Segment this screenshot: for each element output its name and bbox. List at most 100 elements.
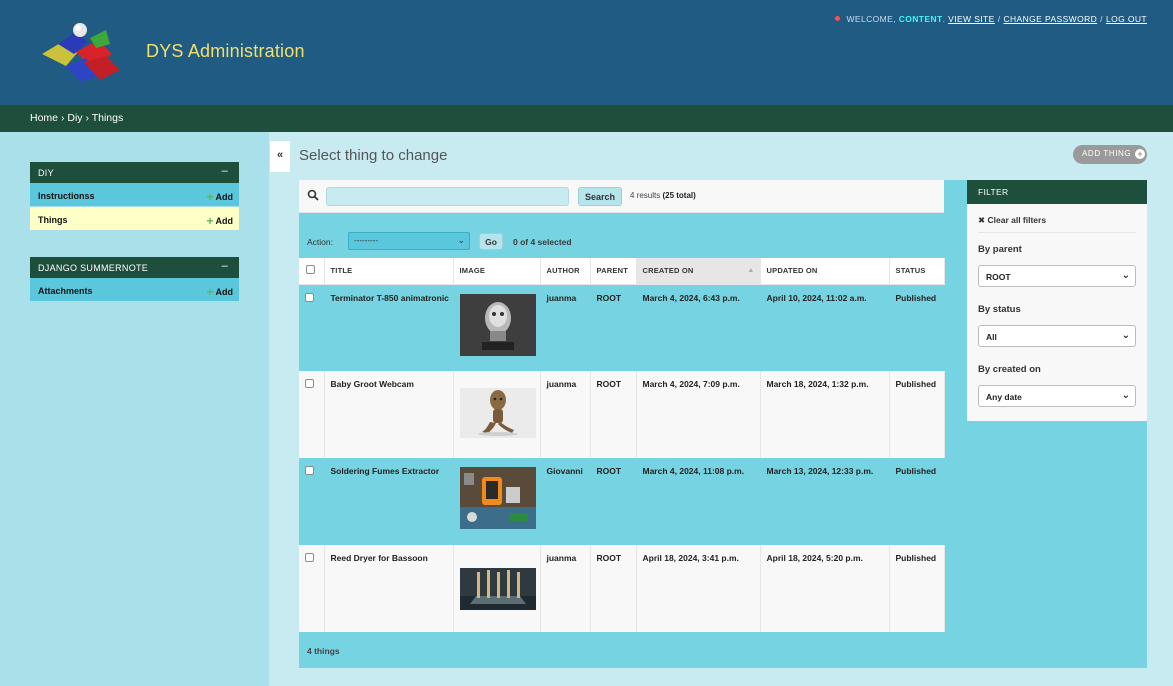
column-author[interactable]: AUTHOR [540, 258, 591, 285]
title-cell[interactable]: Terminator T-850 animatronic [324, 284, 454, 371]
view-site-link[interactable]: View site [948, 14, 995, 24]
plus-icon: + [1135, 149, 1146, 159]
table-row: Reed Dryer for Bassoon juanma ROOT April… [299, 545, 945, 632]
action-label: Action: [307, 237, 333, 247]
column-created-on[interactable]: CREATED ON ▲ [636, 258, 761, 285]
sidebar-item-attachments[interactable]: Attachments + Add [30, 278, 239, 302]
selected-count: 0 of 4 selected [513, 237, 572, 247]
sidebar-item-label[interactable]: Attachments [38, 286, 93, 296]
column-updated-on[interactable]: UPDATED ON [760, 258, 890, 285]
breadcrumb-diy[interactable]: Diy [67, 112, 82, 124]
chevron-down-icon: ⌄ [1121, 390, 1130, 401]
parent-cell: ROOT [590, 545, 637, 632]
row-checkbox[interactable] [305, 379, 314, 388]
change-password-link[interactable]: Change password [1003, 14, 1097, 24]
paginator: 4 things [299, 634, 944, 668]
title-cell[interactable]: Baby Groot Webcam [324, 371, 454, 458]
module-caption[interactable]: DJANGO SUMMERNOTE – [30, 257, 239, 278]
add-thing-label: ADD THING [1082, 149, 1132, 158]
author-cell: juanma [540, 284, 591, 371]
column-status[interactable]: STATUS [889, 258, 945, 285]
add-label: Add [215, 216, 234, 226]
log-out-link[interactable]: Log out [1106, 14, 1147, 24]
chevron-down-icon: ⌄ [1121, 270, 1130, 281]
filter-panel: FILTER ✖ Clear all filters By parent ROO… [967, 180, 1147, 421]
select-all-header [299, 258, 325, 285]
author-cell: juanma [540, 371, 591, 458]
results-text: 4 results [630, 191, 661, 200]
add-instructionss-link[interactable]: + Add [206, 190, 233, 204]
status-cell: Published [889, 545, 945, 632]
filter-created-select[interactable]: Any date ⌄ [978, 385, 1136, 407]
filter-label-status: By status [978, 304, 1021, 315]
separator: / [997, 14, 1001, 24]
welcome-text: Welcome, [846, 14, 896, 24]
search-icon [307, 189, 319, 201]
row-select-cell [299, 545, 325, 632]
add-thing-button[interactable]: ADD THING + [1073, 145, 1147, 164]
title-cell[interactable]: Reed Dryer for Bassoon [324, 545, 454, 632]
title-cell[interactable]: Soldering Fumes Extractor [324, 458, 454, 545]
row-checkbox[interactable] [305, 466, 314, 475]
add-attachments-link[interactable]: + Add [206, 285, 233, 299]
module-caption-text: DJANGO SUMMERNOTE [38, 263, 149, 273]
search-input[interactable] [326, 187, 569, 206]
row-select-cell [299, 371, 325, 458]
sidebar-item-instructionss[interactable]: Instructionss + Add [30, 183, 239, 207]
author-cell: Giovanni [540, 458, 591, 545]
filter-label-created: By created on [978, 364, 1041, 375]
total-text[interactable]: (25 total) [662, 191, 695, 200]
select-all-checkbox[interactable] [306, 265, 315, 275]
go-button[interactable]: Go [479, 233, 503, 250]
parent-cell: ROOT [590, 371, 637, 458]
breadcrumb: Home › Diy › Things [0, 105, 1173, 132]
row-checkbox[interactable] [305, 553, 314, 562]
sidebar-item-label[interactable]: Instructionss [38, 191, 95, 201]
filter-created-value: Any date [986, 392, 1022, 402]
row-select-cell [299, 458, 325, 545]
chevron-down-icon: ⌄ [457, 235, 465, 245]
collapse-icon[interactable]: – [222, 260, 228, 272]
row-select-cell [299, 284, 325, 371]
filter-parent-select[interactable]: ROOT ⌄ [978, 265, 1136, 287]
site-logo[interactable] [36, 18, 124, 88]
sidebar-item-label[interactable]: Things [38, 215, 68, 225]
table-row: Baby Groot Webcam juanma ROOT March 4, 2… [299, 371, 945, 458]
result-table: TITLE IMAGE AUTHOR PARENT CREATED ON ▲ UP… [299, 258, 945, 632]
filter-status-value: All [986, 332, 997, 342]
row-checkbox[interactable] [305, 292, 314, 302]
column-parent[interactable]: PARENT [590, 258, 637, 285]
column-title[interactable]: TITLE [324, 258, 454, 285]
status-cell: Published [889, 458, 945, 545]
breadcrumb-home[interactable]: Home [30, 112, 58, 124]
module-django-summernote: DJANGO SUMMERNOTE – Attachments + Add [30, 257, 239, 302]
search-button[interactable]: Search [578, 187, 622, 206]
sort-ascending-icon[interactable]: ▲ [747, 267, 754, 274]
module-caption[interactable]: DIY – [30, 162, 239, 183]
chevron-down-icon: ⌄ [1121, 330, 1130, 341]
add-label: Add [215, 287, 234, 297]
module-diy: DIY – Instructionss + Add Things + Add [30, 162, 239, 231]
site-name[interactable]: DYS Administration [146, 41, 305, 62]
action-select[interactable]: --------- ⌄ [348, 232, 470, 250]
action-select-value: --------- [354, 236, 378, 245]
terminator-thumbnail [459, 293, 536, 356]
baby-groot-thumbnail [459, 388, 536, 438]
header: DYS Administration Welcome, content. Vie… [0, 0, 1173, 105]
status-cell: Published [889, 284, 945, 371]
add-things-link[interactable]: + Add [206, 214, 233, 228]
collapse-icon[interactable]: – [222, 165, 228, 177]
toggle-sidebar-button[interactable]: « [269, 140, 291, 173]
page-title: Select thing to change [299, 147, 448, 164]
sidebar-item-things[interactable]: Things + Add [30, 207, 239, 231]
created-cell: March 4, 2024, 6:43 p.m. [636, 284, 761, 371]
module-caption-text: DIY [38, 168, 54, 178]
actions-bar: Action: --------- ⌄ Go 0 of 4 selected [299, 224, 959, 258]
user-tools: Welcome, content. View site / Change passw… [835, 14, 1147, 24]
parent-cell: ROOT [590, 284, 637, 371]
filter-status-select[interactable]: All ⌄ [978, 325, 1136, 347]
search-toolbar: Search 4 results (25 total) [299, 180, 944, 213]
clear-filters-link[interactable]: ✖ Clear all filters [978, 215, 1046, 226]
updated-cell: March 18, 2024, 1:32 p.m. [760, 371, 890, 458]
breadcrumb-current: Things [91, 112, 124, 124]
